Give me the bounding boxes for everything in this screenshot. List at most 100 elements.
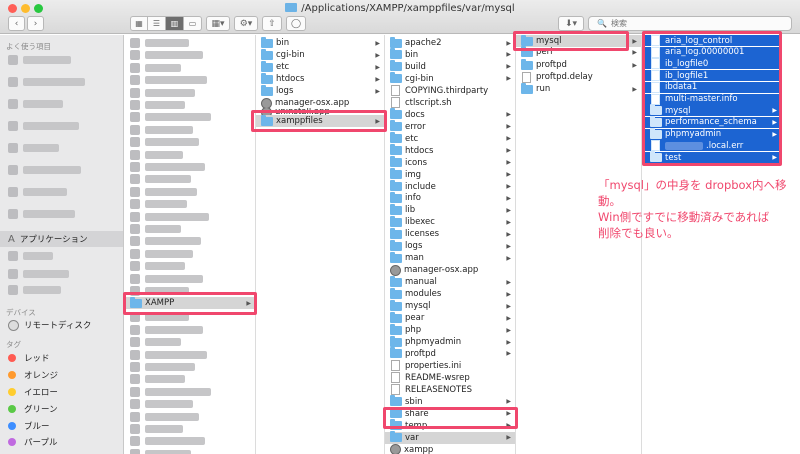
list-item-performance-schema[interactable]: performance_schema ▶ — [645, 115, 781, 129]
list-item-local-err[interactable]: .local.err — [645, 140, 781, 153]
list-view-button[interactable]: ☰ — [148, 16, 166, 31]
list-item-temp[interactable]: temp ▶ — [385, 419, 515, 432]
list-item-blurred[interactable] — [125, 149, 255, 161]
arrange-button[interactable]: ▦▾ — [206, 16, 230, 31]
list-item-cgi-bin[interactable]: cgi-bin ▶ — [385, 72, 515, 85]
list-item-icons[interactable]: icons ▶ — [385, 156, 515, 169]
list-item-sbin[interactable]: sbin ▶ — [385, 395, 515, 408]
sidebar-item-applications[interactable]: A アプリケーション — [8, 232, 118, 246]
list-item-proftpd[interactable]: proftpd ▶ — [385, 347, 515, 360]
search-field[interactable]: 🔍 — [588, 16, 792, 31]
list-item-docs[interactable]: docs ▶ — [385, 108, 515, 121]
search-input[interactable] — [610, 19, 771, 28]
list-item-blurred[interactable] — [125, 111, 255, 123]
list-item-xampp[interactable]: XAMPP ▶ — [125, 296, 255, 309]
tags-button[interactable]: ◯ — [286, 16, 306, 31]
sidebar-tag-orange[interactable]: オレンジ — [8, 368, 118, 382]
list-item-blurred[interactable] — [125, 448, 255, 454]
list-item-modules[interactable]: modules ▶ — [385, 287, 515, 300]
list-item-blurred[interactable] — [125, 398, 255, 410]
list-item-proftpd[interactable]: proftpd ▶ — [516, 58, 641, 71]
list-item-blurred[interactable] — [125, 87, 255, 99]
list-item-mysql[interactable]: mysql ▶ — [385, 299, 515, 312]
list-item-build[interactable]: build ▶ — [385, 60, 515, 73]
list-item-blurred[interactable] — [125, 336, 255, 348]
list-item-blurred[interactable] — [125, 173, 255, 185]
list-item-php[interactable]: php ▶ — [385, 323, 515, 336]
sidebar-item-blurred[interactable] — [8, 97, 118, 111]
list-item-error[interactable]: error ▶ — [385, 120, 515, 133]
list-item-blurred[interactable] — [125, 273, 255, 285]
list-item-blurred[interactable] — [125, 211, 255, 223]
list-item-include[interactable]: include ▶ — [385, 180, 515, 193]
list-item-properties-ini[interactable]: properties.ini — [385, 360, 515, 372]
list-item-blurred[interactable] — [125, 311, 255, 323]
list-item-libexec[interactable]: libexec ▶ — [385, 215, 515, 228]
sidebar-tag-blue[interactable]: ブルー — [8, 419, 118, 433]
sidebar-item-blurred[interactable] — [8, 75, 118, 89]
sidebar-tag-green[interactable]: グリーン — [8, 402, 118, 416]
list-item-bin[interactable]: bin ▶ — [385, 48, 515, 61]
list-item-licenses[interactable]: licenses ▶ — [385, 227, 515, 240]
list-item-blurred[interactable] — [125, 411, 255, 423]
sidebar-tag-red[interactable]: レッド — [8, 351, 118, 365]
list-item-manual[interactable]: manual ▶ — [385, 275, 515, 288]
list-item-copying-thirdparty[interactable]: COPYING.thirdparty — [385, 85, 515, 97]
list-item-htdocs[interactable]: htdocs ▶ — [385, 144, 515, 157]
list-item-blurred[interactable] — [125, 37, 255, 49]
list-item-etc[interactable]: etc ▶ — [385, 132, 515, 145]
list-item-ib-logfile0[interactable]: ib_logfile0 — [645, 58, 781, 71]
list-item-phpmyadmin[interactable]: phpmyadmin ▶ — [385, 335, 515, 348]
list-item-etc[interactable]: etc ▶ — [256, 60, 384, 73]
sidebar-item-blurred[interactable] — [8, 249, 118, 263]
list-item-blurred[interactable] — [125, 99, 255, 111]
list-item-pear[interactable]: pear ▶ — [385, 311, 515, 324]
sidebar-item-blurred[interactable] — [8, 185, 118, 199]
sidebar-item-blurred[interactable] — [8, 163, 118, 177]
icon-view-button[interactable]: ▦ — [130, 16, 148, 31]
list-item-blurred[interactable] — [125, 349, 255, 361]
list-item-manager-osx-app[interactable]: manager-osx.app — [385, 264, 515, 276]
list-item-mysql[interactable]: mysql ▶ — [645, 104, 781, 118]
list-item-blurred[interactable] — [125, 136, 255, 148]
list-item-share[interactable]: share ▶ — [385, 407, 515, 420]
list-item-blurred[interactable] — [125, 186, 255, 198]
list-item-blurred[interactable] — [125, 423, 255, 435]
list-item-blurred[interactable] — [125, 386, 255, 398]
column-view-button[interactable]: ▥ — [166, 16, 184, 31]
forward-button[interactable]: › — [27, 16, 44, 31]
list-item-proftpd-delay[interactable]: proftpd.delay — [516, 71, 641, 83]
list-item-blurred[interactable] — [125, 223, 255, 235]
list-item-cgi-bin[interactable]: cgi-bin ▶ — [256, 48, 384, 61]
sidebar-item-remote-disc[interactable]: リモートディスク — [8, 318, 118, 332]
list-item-aria-log-control[interactable]: aria_log_control — [645, 35, 781, 47]
list-item-htdocs[interactable]: htdocs ▶ — [256, 72, 384, 85]
list-item-xamppfiles[interactable]: xamppfiles ▶ — [256, 114, 384, 127]
list-item-blurred[interactable] — [125, 373, 255, 385]
list-item-info[interactable]: info ▶ — [385, 191, 515, 204]
list-item-blurred[interactable] — [125, 260, 255, 272]
list-item-var[interactable]: var ▶ — [385, 431, 515, 444]
list-item-lib[interactable]: lib ▶ — [385, 203, 515, 216]
sidebar-tag-purple[interactable]: パープル — [8, 435, 118, 449]
list-item-img[interactable]: img ▶ — [385, 168, 515, 181]
list-item-multi-master-info[interactable]: multi-master.info — [645, 93, 781, 106]
list-item-ctlscript-sh[interactable]: ctlscript.sh — [385, 97, 515, 109]
sidebar-item-blurred[interactable] — [8, 207, 118, 221]
list-item-apache2[interactable]: apache2 ▶ — [385, 36, 515, 49]
sidebar-item-blurred[interactable] — [8, 141, 118, 155]
sidebar-tag-yellow[interactable]: イエロー — [8, 385, 118, 399]
list-item-blurred[interactable] — [125, 361, 255, 373]
gallery-view-button[interactable]: ▭ — [184, 16, 202, 31]
sidebar-item-blurred[interactable] — [8, 119, 118, 133]
list-item-blurred[interactable] — [125, 49, 255, 61]
list-item-readme-wsrep[interactable]: README-wsrep — [385, 372, 515, 384]
list-item-blurred[interactable] — [125, 235, 255, 247]
list-item-blurred[interactable] — [125, 62, 255, 74]
list-item-aria-log-00000001[interactable]: aria_log.00000001 — [645, 46, 781, 59]
dropbox-button[interactable]: ⬇▾ — [558, 16, 584, 31]
list-item-blurred[interactable] — [125, 285, 255, 297]
sidebar-item-blurred[interactable] — [8, 283, 118, 297]
list-item-blurred[interactable] — [125, 248, 255, 260]
sidebar-item-blurred[interactable] — [8, 267, 118, 281]
